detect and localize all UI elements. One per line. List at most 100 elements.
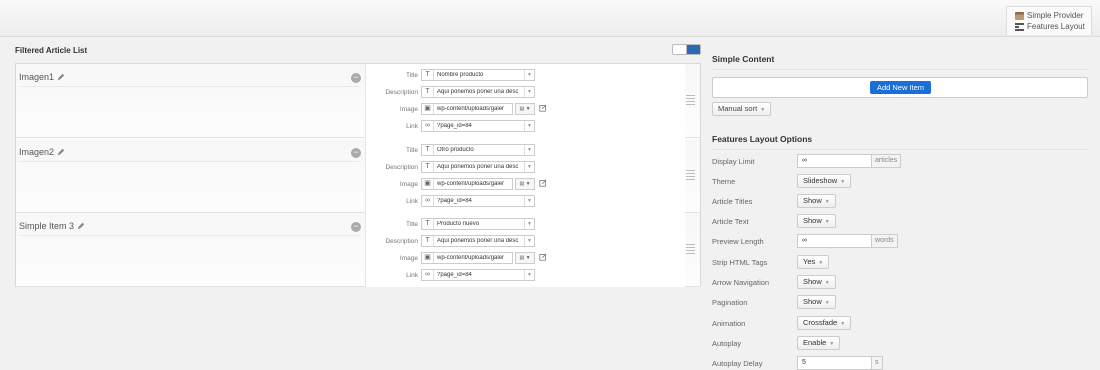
- description-input[interactable]: T Aqui ponemos poner una desc ▼: [421, 235, 535, 247]
- chevron-down-icon: ▼: [824, 199, 830, 205]
- title-label: Title: [405, 221, 418, 228]
- chevron-down-icon[interactable]: ▼: [524, 219, 534, 229]
- link-field: Link ∞ ?page_id=84 ▼: [366, 195, 666, 208]
- media-button[interactable]: ▤ ▼: [515, 103, 535, 115]
- chevron-down-icon[interactable]: ▼: [524, 87, 534, 97]
- arrow-navigation-select[interactable]: Show ▼: [797, 275, 836, 289]
- link-field: Link ∞ ?page_id=84 ▼: [366, 269, 666, 282]
- title-input[interactable]: T Nombre producto ▼: [421, 69, 535, 81]
- preview-length-option: Preview Length ∞ words: [712, 234, 1088, 250]
- chevron-down-icon[interactable]: ▼: [524, 145, 534, 155]
- title-input[interactable]: T Otro producto ▼: [421, 144, 535, 156]
- item-title[interactable]: Imagen2: [19, 147, 65, 157]
- media-button[interactable]: ▤ ▼: [515, 252, 535, 264]
- description-value: Aqui ponemos poner una desc: [437, 238, 519, 244]
- text-icon: T: [422, 70, 434, 80]
- edit-icon[interactable]: [539, 104, 547, 112]
- chevron-down-icon[interactable]: ▼: [524, 121, 534, 131]
- animation-select[interactable]: Crossfade ▼: [797, 316, 852, 330]
- chevron-down-icon[interactable]: ▼: [524, 236, 534, 246]
- grid-view-icon[interactable]: [687, 45, 700, 54]
- link-label: Link: [406, 272, 418, 279]
- view-toggle[interactable]: [672, 44, 701, 55]
- image-input[interactable]: ▣ wp-content/uploads/galer: [421, 178, 513, 190]
- article-list: Imagen1 − Title T Nombre producto ▼ Descri…: [15, 63, 701, 287]
- title-field: Title T Otro producto ▼: [366, 144, 666, 157]
- link-label: Link: [406, 123, 418, 130]
- list-view-icon[interactable]: [673, 45, 687, 54]
- chevron-down-icon[interactable]: ▼: [524, 70, 534, 80]
- image-icon: ▣: [422, 104, 434, 114]
- image-value: wp-content/uploads/galer: [437, 106, 505, 112]
- provider-row[interactable]: Simple Provider: [1015, 10, 1091, 21]
- item-title[interactable]: Simple Item 3: [19, 221, 85, 231]
- autoplay-option: Autoplay Enable ▼: [712, 336, 1088, 352]
- title-input[interactable]: T Producto nuevo ▼: [421, 218, 535, 230]
- pagination-option: Pagination Show ▼: [712, 295, 1088, 311]
- autoplay-value: Enable: [803, 338, 827, 347]
- theme-label: Theme: [712, 177, 736, 186]
- remove-icon[interactable]: −: [351, 222, 361, 232]
- description-label: Description: [385, 238, 418, 245]
- drag-handle-icon[interactable]: [686, 170, 695, 180]
- remove-icon[interactable]: −: [351, 73, 361, 83]
- article-text-value: Show: [803, 216, 822, 225]
- article-titles-select[interactable]: Show ▼: [797, 194, 836, 208]
- theme-select[interactable]: Slideshow ▼: [797, 174, 852, 188]
- description-input[interactable]: T Aqui ponemos poner una desc ▼: [421, 161, 535, 173]
- drag-handle-icon[interactable]: [686, 95, 695, 105]
- description-input[interactable]: T Aqui ponemos poner una desc ▼: [421, 86, 535, 98]
- image-input[interactable]: ▣ wp-content/uploads/galer: [421, 252, 513, 264]
- autoplay-delay-suffix: s: [872, 356, 883, 370]
- media-button[interactable]: ▤ ▼: [515, 178, 535, 190]
- preview-length-input[interactable]: ∞: [797, 234, 872, 248]
- chevron-down-icon[interactable]: ▼: [524, 162, 534, 172]
- title-label: Title: [405, 147, 418, 154]
- link-value: ?page_id=84: [437, 198, 472, 204]
- image-field: Image ▣ wp-content/uploads/galer ▤ ▼: [366, 103, 666, 116]
- arrow-navigation-option: Arrow Navigation Show ▼: [712, 275, 1088, 291]
- link-icon: ∞: [422, 196, 434, 206]
- title-label: Title: [405, 72, 418, 79]
- link-value: ?page_id=84: [437, 272, 472, 278]
- provider-name: Simple Provider: [1027, 11, 1084, 20]
- item-title[interactable]: Imagen1: [19, 72, 65, 82]
- autoplay-select[interactable]: Enable ▼: [797, 336, 841, 350]
- manual-sort-button[interactable]: Manual sort ▼: [712, 102, 772, 116]
- animation-value: Crossfade: [803, 318, 838, 327]
- pencil-icon[interactable]: [77, 222, 85, 230]
- drag-handle-icon[interactable]: [686, 244, 695, 254]
- image-value: wp-content/uploads/galer: [437, 255, 505, 261]
- text-icon: T: [422, 162, 434, 172]
- link-input[interactable]: ∞ ?page_id=84 ▼: [421, 120, 535, 132]
- link-input[interactable]: ∞ ?page_id=84 ▼: [421, 269, 535, 281]
- chevron-down-icon: ▼: [818, 260, 824, 266]
- chevron-down-icon[interactable]: ▼: [524, 196, 534, 206]
- layout-row[interactable]: Features Layout: [1015, 21, 1091, 32]
- edit-icon[interactable]: [539, 179, 547, 187]
- title-value: Otro producto: [437, 147, 474, 153]
- image-input[interactable]: ▣ wp-content/uploads/galer: [421, 103, 513, 115]
- article-text-option: Article Text Show ▼: [712, 214, 1088, 230]
- chevron-down-icon: ▼: [760, 107, 766, 113]
- autoplay-delay-input[interactable]: 5: [797, 356, 872, 370]
- image-field: Image ▣ wp-content/uploads/galer ▤ ▼: [366, 178, 666, 191]
- article-titles-value: Show: [803, 196, 822, 205]
- edit-icon[interactable]: [539, 253, 547, 261]
- options-heading: Features Layout Options: [712, 134, 1088, 150]
- link-input[interactable]: ∞ ?page_id=84 ▼: [421, 195, 535, 207]
- title-field: Title T Producto nuevo ▼: [366, 218, 666, 231]
- add-new-item-button[interactable]: Add New Item: [870, 81, 931, 94]
- strip-html-select[interactable]: Yes ▼: [797, 255, 830, 269]
- remove-icon[interactable]: −: [351, 148, 361, 158]
- display-limit-input[interactable]: ∞: [797, 154, 872, 168]
- pagination-value: Show: [803, 297, 822, 306]
- pencil-icon[interactable]: [57, 73, 65, 81]
- pagination-select[interactable]: Show ▼: [797, 295, 836, 309]
- title-value: Nombre producto: [437, 72, 484, 78]
- text-icon: T: [422, 219, 434, 229]
- pencil-icon[interactable]: [57, 148, 65, 156]
- chevron-down-icon[interactable]: ▼: [524, 270, 534, 280]
- article-text-select[interactable]: Show ▼: [797, 214, 836, 228]
- provider-panel[interactable]: Simple Provider Features Layout: [1006, 6, 1092, 35]
